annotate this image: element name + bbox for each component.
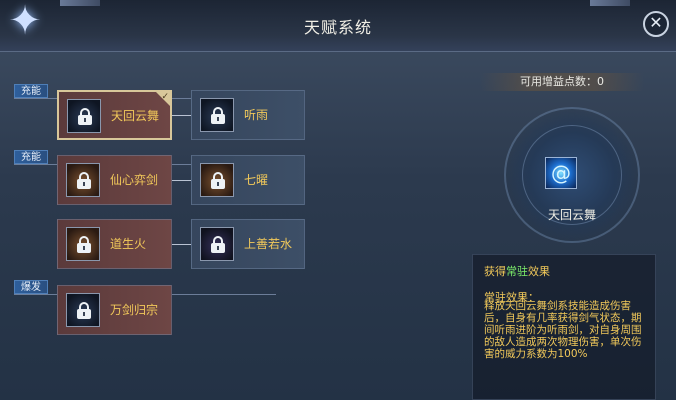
talent-name: 道生火 <box>110 237 147 251</box>
talent-card-tingyu[interactable]: 听雨 <box>191 90 305 140</box>
talent-card-daoshenghuo[interactable]: 道生火 <box>57 219 172 269</box>
lock-icon <box>211 172 225 189</box>
effect-description: 释放天回云舞剑系技能造成伤害后，自身有几率获得剑气状态，期间听雨进阶为听雨剑，对… <box>484 300 642 360</box>
talent-card-xianxinyijian[interactable]: 仙心弈剑 <box>57 155 172 205</box>
talent-name: 仙心弈剑 <box>110 173 159 187</box>
talent-connector <box>172 115 191 116</box>
category-tag: 爆发 <box>14 280 48 294</box>
talent-card-wanjianguizong[interactable]: 万剑归宗 <box>57 285 172 335</box>
talent-name: 天回云舞 <box>111 109 160 123</box>
selected-skill-name: 天回云舞 <box>547 208 596 222</box>
talent-icon <box>66 163 100 197</box>
effect-title-suffix: 效果 <box>528 265 550 278</box>
effect-title: 获得常驻效果 <box>484 263 550 279</box>
talent-card-shangshanruoshui[interactable]: 上善若水 <box>191 219 305 269</box>
lock-icon <box>211 236 225 253</box>
available-points: 可用增益点数：0 <box>480 73 644 91</box>
talent-icon <box>67 99 101 133</box>
lock-icon <box>77 172 91 189</box>
talent-icon <box>66 293 100 327</box>
talent-name: 万剑归宗 <box>110 303 159 317</box>
talent-connector <box>172 244 191 245</box>
lock-icon <box>211 107 225 124</box>
effect-title-highlight: 常驻 <box>506 265 528 278</box>
talent-icon <box>66 227 100 261</box>
title-bar-ornament <box>590 0 630 6</box>
talent-name: 七曜 <box>244 173 269 187</box>
talent-card-tianhuiyunwu[interactable]: 天回云舞 ✓ <box>57 90 172 140</box>
talent-name: 听雨 <box>244 108 269 122</box>
talent-icon <box>200 227 234 261</box>
lock-icon <box>77 302 91 319</box>
window-title: 天赋系统 <box>303 18 372 37</box>
lock-icon <box>78 108 92 125</box>
talent-connector <box>172 180 191 181</box>
lock-icon <box>77 236 91 253</box>
close-button[interactable]: ✕ <box>643 11 669 37</box>
category-tag: 充能 <box>14 84 48 98</box>
swirl-skill-icon: @ <box>545 157 577 189</box>
title-bar-ornament <box>60 0 100 6</box>
talent-icon <box>200 163 234 197</box>
close-icon: ✕ <box>649 13 663 32</box>
talent-name: 上善若水 <box>244 237 293 251</box>
selected-check-icon: ✓ <box>156 92 170 106</box>
talent-icon <box>200 98 234 132</box>
effect-title-prefix: 获得 <box>484 265 506 278</box>
talent-card-qiyao[interactable]: 七曜 <box>191 155 305 205</box>
category-tag: 充能 <box>14 150 48 164</box>
